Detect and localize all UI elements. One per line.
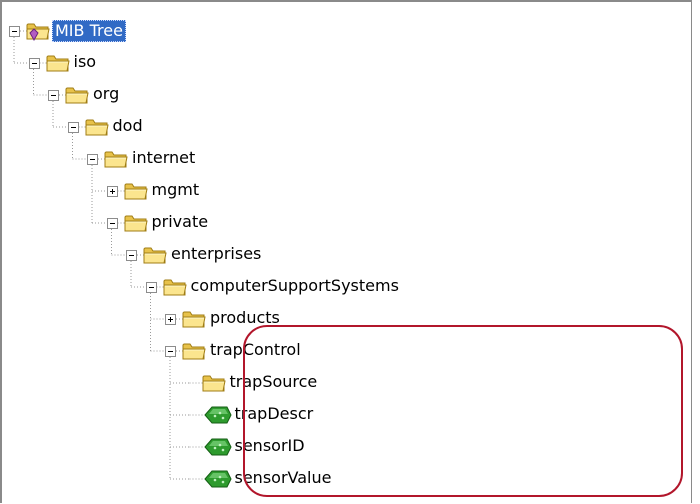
folder-icon — [162, 276, 188, 302]
expand-toggle-icon[interactable] — [106, 186, 118, 197]
tree-node-label: iso — [73, 52, 97, 71]
collapse-toggle-icon[interactable] — [67, 122, 79, 133]
collapse-toggle-icon[interactable] — [165, 346, 176, 357]
tree-node-label: computerSupportSystems — [190, 276, 399, 295]
green-leaf-object-icon — [201, 404, 233, 430]
folder-icon — [181, 308, 207, 334]
folder-icon — [123, 180, 149, 206]
expand-toggle-icon[interactable] — [165, 314, 176, 325]
mib-root-icon — [25, 20, 51, 46]
annotation-highlight-circle — [243, 325, 683, 497]
tree-node-label: internet — [132, 148, 196, 167]
folder-icon — [201, 372, 227, 398]
collapse-toggle-icon[interactable] — [126, 250, 137, 261]
collapse-toggle-icon[interactable] — [28, 58, 40, 69]
collapse-toggle-icon[interactable] — [9, 26, 20, 37]
green-leaf-object-icon — [201, 468, 233, 494]
folder-icon — [142, 244, 168, 270]
tree-node-label: enterprises — [171, 244, 262, 263]
folder-icon — [123, 212, 149, 238]
tree-node-label: private — [151, 212, 209, 231]
folder-icon — [64, 84, 90, 110]
tree-node-label: dod — [112, 116, 143, 135]
folder-icon — [84, 116, 110, 142]
green-leaf-object-icon — [201, 436, 233, 462]
folder-icon — [181, 340, 207, 366]
collapse-toggle-icon[interactable] — [106, 218, 118, 229]
tree-node-label: org — [93, 84, 120, 103]
tree-node-label: mgmt — [151, 180, 200, 199]
collapse-toggle-icon[interactable] — [145, 282, 157, 293]
folder-icon — [103, 148, 129, 174]
folder-icon — [45, 52, 71, 78]
collapse-toggle-icon[interactable] — [48, 90, 59, 101]
tree-node-label: MIB Tree — [52, 20, 126, 42]
collapse-toggle-icon[interactable] — [87, 154, 98, 165]
